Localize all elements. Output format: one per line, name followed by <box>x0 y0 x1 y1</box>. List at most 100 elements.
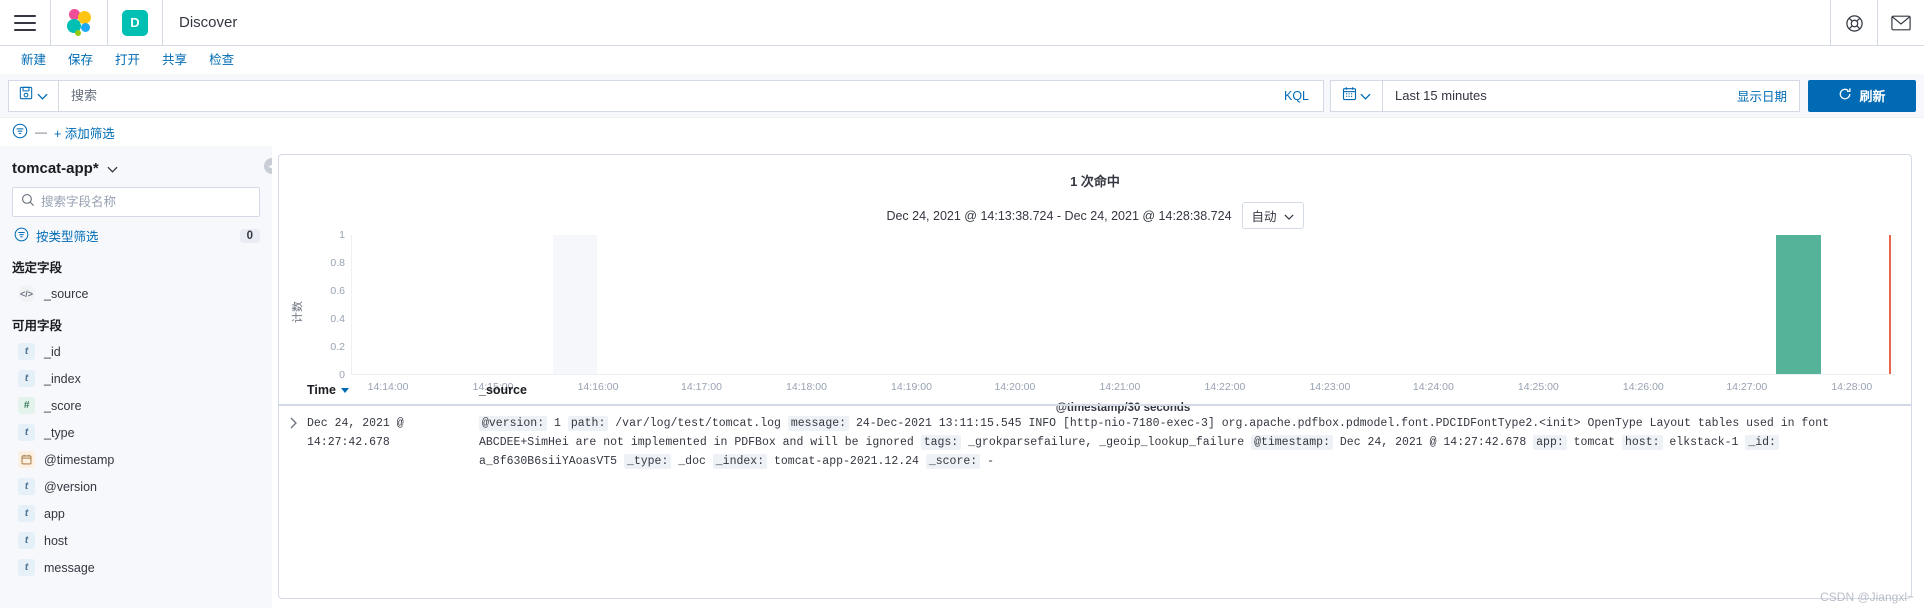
hits-count-title: 1 次命中 <box>1070 174 1120 189</box>
field-key: @version: <box>479 416 548 431</box>
field-name: _source <box>44 286 89 301</box>
search-input[interactable] <box>59 80 1270 111</box>
field-value: Dec 24, 2021 @ 14:27:42.678 <box>1339 436 1527 449</box>
nav-share[interactable]: 共享 <box>151 46 198 74</box>
refresh-button[interactable]: 刷新 <box>1808 79 1916 112</box>
discover-main: 1 次命中 Dec 24, 2021 @ 14:13:38.724 - Dec … <box>272 146 1924 608</box>
y-axis-ticks: 1 0.8 0.6 0.4 0.2 0 <box>309 229 345 381</box>
saved-query-button[interactable] <box>9 80 59 111</box>
calendar-icon <box>1342 86 1357 106</box>
search-icon <box>21 193 35 212</box>
elastic-logo-button[interactable] <box>51 0 107 46</box>
nav-open[interactable]: 打开 <box>104 46 151 74</box>
field-item-source[interactable]: </> _source <box>12 280 260 307</box>
query-language-button[interactable]: KQL <box>1270 89 1323 103</box>
interval-label: 自动 <box>1251 210 1277 224</box>
nav-menu-button[interactable] <box>0 0 50 46</box>
field-value: 1 <box>554 417 561 430</box>
filter-by-type-count: 0 <box>239 228 260 243</box>
field-item-_score[interactable]: # _score <box>12 392 260 419</box>
field-item-_index[interactable]: t _index <box>12 365 260 392</box>
field-value: a_8f630B6siiYAoasVT5 <box>479 455 618 468</box>
chevron-down-icon <box>107 160 118 177</box>
chart-time-range: Dec 24, 2021 @ 14:13:38.724 - Dec 24, 20… <box>886 208 1232 223</box>
add-filter-button[interactable]: + 添加筛选 <box>54 123 115 142</box>
table-row: Dec 24, 2021 @ 14:27:42.678 @version: 1 … <box>279 406 1911 471</box>
expand-row-button[interactable] <box>279 414 307 471</box>
field-key: message: <box>787 416 850 431</box>
space-selector-button[interactable]: D <box>108 0 162 46</box>
global-header: D Discover <box>0 0 1924 46</box>
field-item-message[interactable]: t message <box>12 554 260 581</box>
chart-subtitle-row: Dec 24, 2021 @ 14:13:38.724 - Dec 24, 20… <box>279 190 1911 229</box>
field-key: app: <box>1533 435 1567 450</box>
field-value: /var/log/test/tomcat.log <box>615 417 781 430</box>
source-type-icon: </> <box>18 285 35 302</box>
field-item-version[interactable]: t @version <box>12 473 260 500</box>
column-header-time[interactable]: Time <box>279 383 469 397</box>
field-item-_type[interactable]: t _type <box>12 419 260 446</box>
filter-icon <box>14 227 29 245</box>
nav-save[interactable]: 保存 <box>57 46 104 74</box>
field-name: _index <box>44 371 81 386</box>
date-picker: Last 15 minutes 显示日期 <box>1330 79 1800 112</box>
header-actions <box>1830 0 1924 46</box>
save-icon <box>19 86 33 105</box>
field-item-host[interactable]: t host <box>12 527 260 554</box>
space-avatar: D <box>122 9 148 36</box>
row-source-value: @version: 1 path: /var/log/test/tomcat.l… <box>469 414 1911 471</box>
filter-bar: — + 添加筛选 <box>0 118 1924 146</box>
help-icon[interactable] <box>1831 0 1877 46</box>
date-quick-menu-button[interactable] <box>1331 80 1383 111</box>
field-name: @timestamp <box>44 452 115 467</box>
chevron-down-icon <box>37 87 48 105</box>
field-search-box[interactable] <box>12 187 260 217</box>
field-value: elkstack-1 <box>1669 436 1739 449</box>
filter-icon[interactable] <box>12 123 28 142</box>
discover-top-nav: 新建 保存 打开 共享 检查 <box>0 46 1924 74</box>
y-tick: 0.2 <box>330 341 345 353</box>
time-range-value[interactable]: Last 15 minutes <box>1383 88 1725 103</box>
discover-panel: 1 次命中 Dec 24, 2021 @ 14:13:38.724 - Dec … <box>278 154 1912 599</box>
field-search-input[interactable] <box>41 188 259 216</box>
chevron-down-icon <box>1283 209 1294 223</box>
field-item-app[interactable]: t app <box>12 500 260 527</box>
refresh-icon <box>1838 87 1852 104</box>
column-header-source[interactable]: _source <box>469 383 527 397</box>
sort-descending-icon[interactable] <box>340 387 349 393</box>
y-tick: 0.6 <box>330 285 345 297</box>
y-tick: 0.8 <box>330 257 345 269</box>
nav-inspect[interactable]: 检查 <box>198 46 245 74</box>
collapse-sidebar-icon[interactable]: ◀ <box>264 158 272 174</box>
plot-inner <box>352 235 1895 374</box>
index-pattern-label: tomcat-app* <box>12 160 99 177</box>
histogram-bar[interactable] <box>1776 235 1821 374</box>
show-dates-button[interactable]: 显示日期 <box>1725 86 1799 105</box>
field-name: @version <box>44 479 97 494</box>
field-name: _type <box>44 425 75 440</box>
plot-area[interactable] <box>351 235 1895 375</box>
field-value: tomcat <box>1573 436 1616 449</box>
nav-new[interactable]: 新建 <box>10 46 57 74</box>
y-tick: 1 <box>339 229 345 241</box>
field-key: _index: <box>712 454 768 469</box>
hamburger-menu-icon[interactable] <box>14 14 36 31</box>
date-type-icon <box>18 451 35 468</box>
index-pattern-selector[interactable]: tomcat-app* <box>12 154 260 187</box>
string-type-icon: t <box>18 505 35 522</box>
refresh-label: 刷新 <box>1859 89 1886 104</box>
string-type-icon: t <box>18 343 35 360</box>
interval-select[interactable]: 自动 <box>1241 202 1304 229</box>
field-item-timestamp[interactable]: @timestamp <box>12 446 260 473</box>
kibana-discover-page: D Discover 新建 保存 打开 共享 检查 搜索 KQL Last 15… <box>0 0 1924 608</box>
field-key: _id: <box>1745 435 1779 450</box>
string-type-icon: t <box>18 370 35 387</box>
query-bar: KQL Last 15 minutes 显示日期 <box>0 74 1924 118</box>
y-tick: 0.4 <box>330 313 345 325</box>
filter-by-type-button[interactable]: 按类型筛选 0 <box>12 217 260 249</box>
field-item-_id[interactable]: t _id <box>12 338 260 365</box>
mail-icon[interactable] <box>1878 0 1924 46</box>
chevron-right-icon <box>289 416 298 471</box>
filter-separator: — <box>35 125 47 139</box>
number-type-icon: # <box>18 397 35 414</box>
